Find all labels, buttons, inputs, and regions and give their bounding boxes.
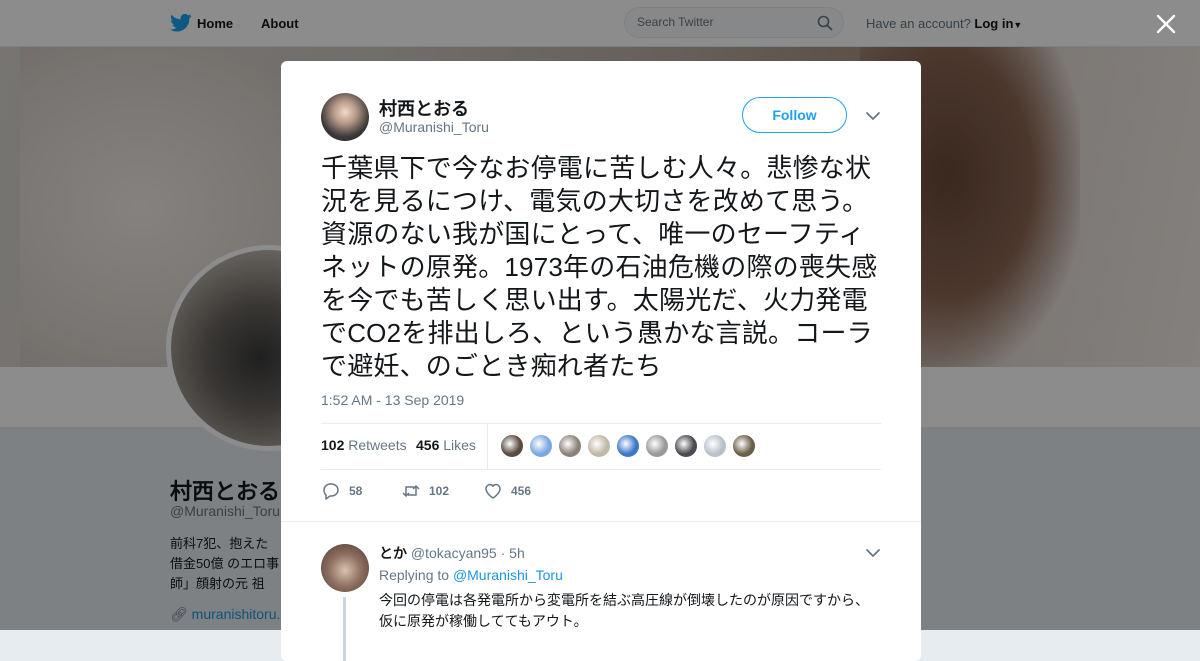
reply-author-handle[interactable]: @tokacyan95 [411,545,497,561]
retweets-stat[interactable]: 102 Retweets [321,437,407,453]
thread-line [343,597,346,661]
liker-avatar[interactable] [674,434,698,458]
reply-time[interactable]: · 5h [501,545,525,561]
likes-label: Likes [443,437,476,453]
liker-avatar[interactable] [587,434,611,458]
retweet-button[interactable]: 102 [401,481,449,501]
likes-stat[interactable]: 456 Likes [416,437,476,453]
like-count: 456 [511,484,532,498]
retweets-count: 102 [321,437,345,453]
liker-avatar[interactable] [616,434,640,458]
divider [321,469,881,470]
replying-to-handle[interactable]: @Muranishi_Toru [453,567,563,583]
replying-to: Replying to @Muranishi_Toru [379,567,563,583]
reply-button[interactable]: 58 [321,481,362,501]
replying-to-label: Replying to [379,567,450,583]
liker-avatar[interactable] [558,434,582,458]
retweet-count: 102 [429,484,450,498]
divider [321,423,881,424]
like-button[interactable]: 456 [483,481,531,501]
retweet-icon [402,484,420,498]
reply-count: 58 [349,484,363,498]
reply-tweet[interactable]: とか @tokacyan95 · 5h Replying to @Muranis… [281,521,921,661]
heart-icon [485,483,501,499]
reply-text: 今回の停電は各発電所から変電所を結ぶ高圧線が倒壊したのが原因ですから、仮に原発が… [379,592,869,629]
author-avatar[interactable] [321,93,369,141]
author-handle[interactable]: @Muranishi_Toru [379,119,489,135]
follow-button[interactable]: Follow [742,97,847,133]
tweet-timestamp[interactable]: 1:52 AM - 13 Sep 2019 [321,392,464,408]
retweets-label: Retweets [348,437,407,453]
reply-header: とか @tokacyan95 · 5h [379,543,525,563]
divider [487,423,488,469]
reply-author-avatar[interactable] [321,544,369,592]
likes-count: 456 [416,437,440,453]
tweet-text: 千葉県下で今なお停電に苦しむ人々。悲惨な状況を見るにつけ、電気の大切さを改めて思… [321,153,878,381]
liker-avatar[interactable] [732,434,756,458]
reply-author-name[interactable]: とか [379,545,407,561]
author-name[interactable]: 村西とおる [379,95,469,121]
liker-avatar[interactable] [703,434,727,458]
liker-avatar[interactable] [645,434,669,458]
reply-icon [323,483,339,500]
liker-avatar[interactable] [500,434,524,458]
close-icon[interactable] [1154,12,1178,36]
tweet-modal: 村西とおる @Muranishi_Toru Follow 千葉県下で今なお停電に… [281,61,921,661]
chevron-down-icon[interactable] [865,108,881,124]
chevron-down-icon[interactable] [865,545,881,561]
liker-avatar[interactable] [529,434,553,458]
